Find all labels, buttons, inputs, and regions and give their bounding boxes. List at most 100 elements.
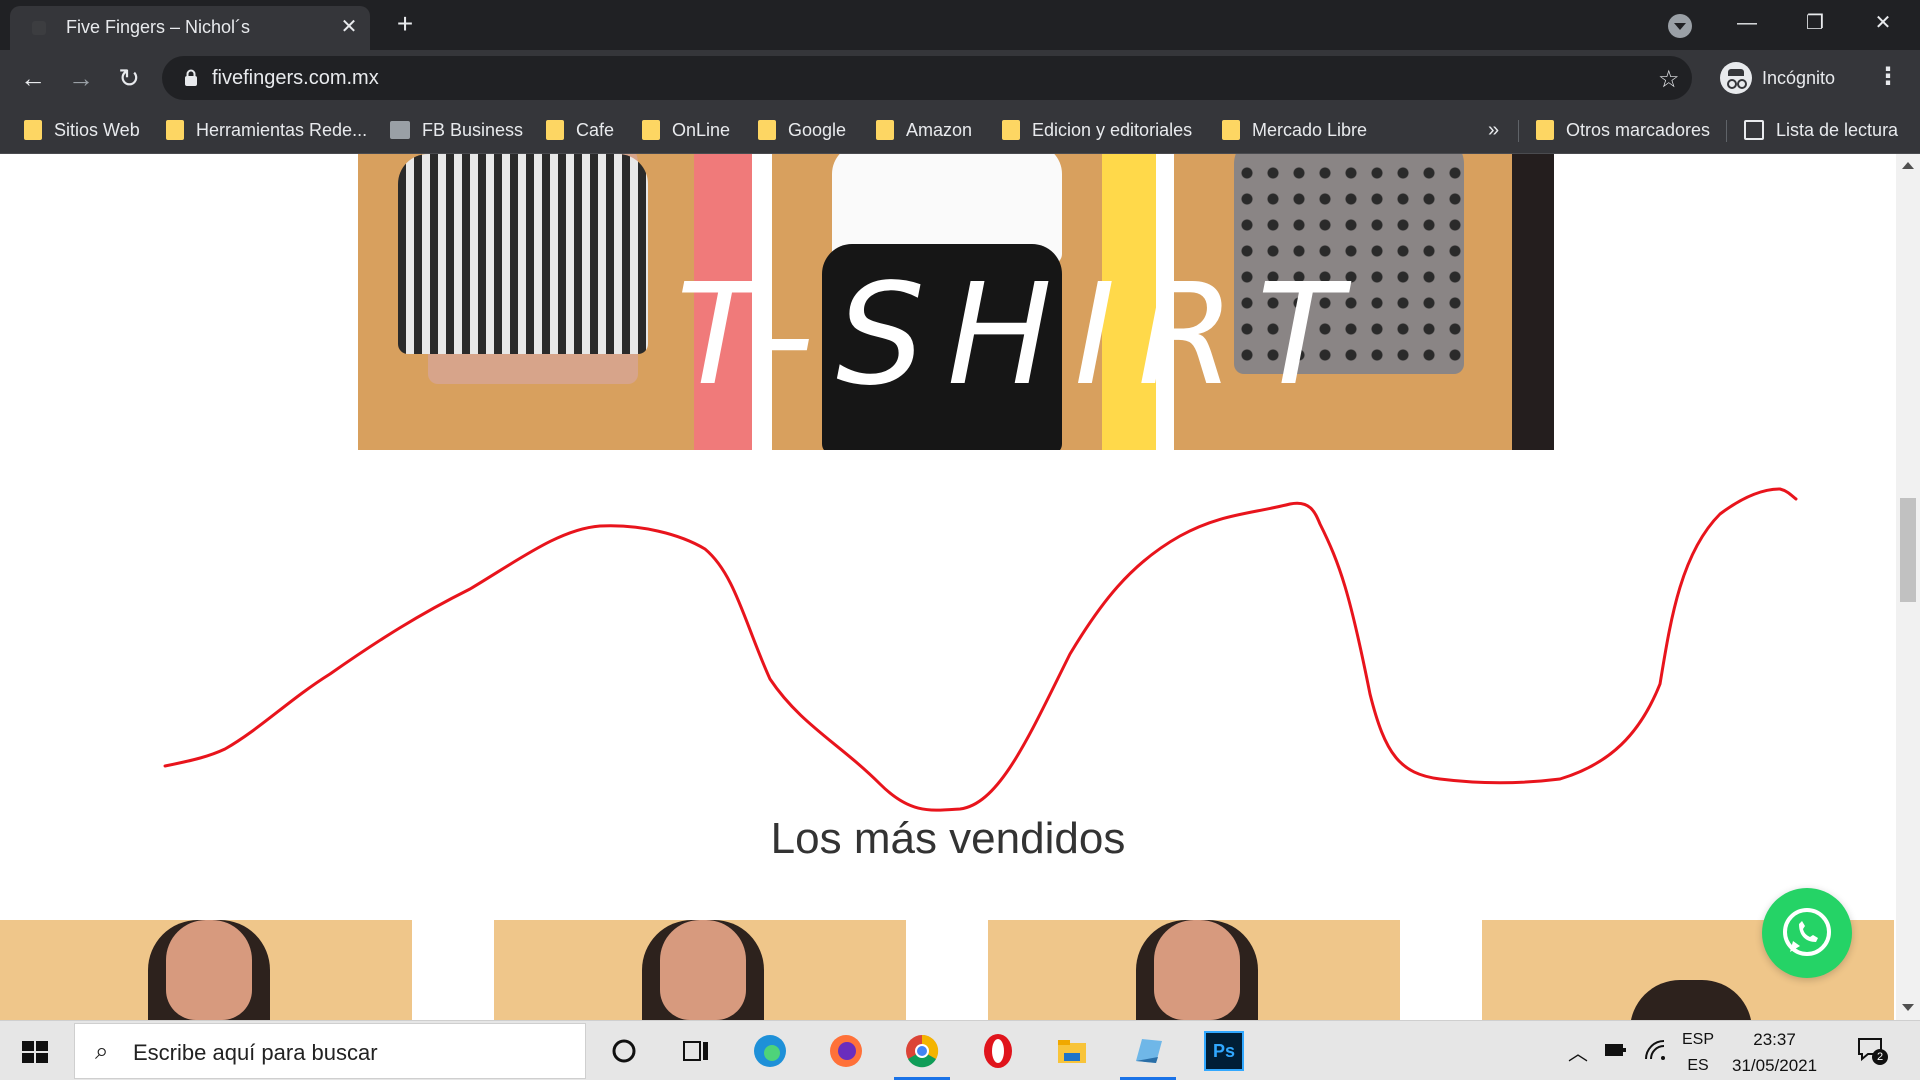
bookmarks-bar: Sitios Web Herramientas Rede... FB Busin… [0,106,1920,154]
scroll-thumb[interactable] [1900,498,1916,602]
lock-icon [185,69,197,86]
chrome-icon[interactable] [902,1031,942,1071]
reload-icon[interactable]: ↻ [114,63,144,93]
scribble-path [163,487,1798,812]
bookmark-label: FB Business [422,119,524,140]
product-card[interactable] [988,920,1400,1020]
notes-icon[interactable] [1128,1031,1168,1071]
folder-icon [24,120,42,140]
reading-list-button[interactable]: Lista de lectura [1744,116,1898,144]
opera-icon[interactable] [978,1031,1018,1071]
incognito-icon [1720,62,1752,94]
product-photo-face [660,920,746,1020]
bookmark-folder[interactable]: Amazon [876,116,972,144]
photoshop-icon[interactable]: Ps [1204,1031,1244,1071]
bookmark-folder[interactable]: Herramientas Rede... [166,116,367,144]
incognito-label: Incógnito [1762,67,1836,88]
cortana-icon[interactable] [604,1031,644,1071]
search-icon: ⌕ [95,1038,109,1065]
bookmark-folder[interactable]: Sitios Web [24,116,140,144]
language-code-bottom: ES [1687,1057,1709,1074]
folder-icon [876,120,894,140]
back-arrow-icon[interactable]: ← [18,63,48,93]
whatsapp-chat-button[interactable] [1762,888,1852,978]
banner-title: T-SHIRT [676,254,1365,417]
bookmark-folder[interactable]: Google [758,116,846,144]
bookmark-link[interactable]: FB Business [390,116,523,144]
bookmark-label: Edicion y editoriales [1032,119,1193,140]
bookmark-label: Herramientas Rede... [196,119,368,140]
favicon-icon [32,21,46,35]
tray-chevron-up-icon[interactable]: ︿ [1568,1037,1588,1066]
language-code-top: ESP [1682,1031,1715,1048]
task-view-icon[interactable] [676,1031,716,1071]
bookmark-label: Lista de lectura [1776,119,1899,140]
product-card[interactable] [494,920,906,1020]
search-placeholder: Escribe aquí para buscar [133,1040,378,1065]
bookmark-label: Google [788,119,847,140]
tab-search-icon[interactable] [1668,14,1692,38]
bookmark-folder[interactable]: Mercado Libre [1222,116,1367,144]
folder-icon [758,120,776,140]
wifi-icon[interactable] [1644,1039,1666,1061]
tab-strip: Five Fingers – Nichol´s ✕ + — ❐ ✕ [0,0,1920,50]
bookmark-label: Mercado Libre [1252,119,1368,140]
forward-arrow-icon[interactable]: → [66,63,96,93]
battery-icon[interactable] [1604,1041,1628,1059]
browser-toolbar: ← → ↻ fivefingers.com.mx ☆ Incógnito ⋮ [0,50,1920,106]
notification-center-icon[interactable]: 2 [1856,1035,1888,1065]
reading-list-icon [1744,120,1764,140]
minimize-button[interactable]: — [1722,8,1772,38]
bookmark-folder[interactable]: Cafe [546,116,614,144]
dark-stripe [1512,154,1554,450]
tshirt-banner[interactable]: T-SHIRT [358,154,1554,450]
bookmark-folder[interactable]: OnLine [642,116,730,144]
product-photo-face [166,920,252,1020]
bookmark-label: Otros marcadores [1566,119,1711,140]
scroll-up-arrow-icon[interactable] [1902,162,1914,169]
bookmark-star-icon[interactable]: ☆ [1658,65,1680,94]
folder-icon [1002,120,1020,140]
scroll-down-arrow-icon[interactable] [1902,1004,1914,1011]
page-scrollbar[interactable] [1896,154,1920,1020]
gingham-shorts [398,154,648,354]
close-window-button[interactable]: ✕ [1858,8,1908,38]
divider [1518,120,1519,142]
bookmark-label: OnLine [672,119,731,140]
url-text: fivefingers.com.mx [212,67,379,89]
product-card[interactable] [0,920,412,1020]
browser-menu-icon[interactable]: ⋮ [1876,62,1900,91]
folder-icon [166,120,184,140]
edge-icon[interactable] [750,1031,790,1071]
incognito-profile-button[interactable]: Incógnito [1720,58,1835,98]
bookmark-label: Amazon [906,119,973,140]
section-title: Los más vendidos [770,814,1126,863]
other-bookmarks-folder[interactable]: Otros marcadores [1536,116,1710,144]
active-tab[interactable]: Five Fingers – Nichol´s ✕ [10,6,370,50]
product-photo-face [1154,920,1240,1020]
new-tab-button[interactable]: + [390,10,420,40]
notification-count-badge: 2 [1872,1049,1888,1065]
tab-title: Five Fingers – Nichol´s [66,17,251,37]
restore-button[interactable]: ❐ [1790,8,1840,38]
clock-time: 23:37 [1753,1030,1796,1049]
address-bar[interactable]: fivefingers.com.mx ☆ [162,56,1692,100]
windows-start-icon[interactable] [22,1041,48,1063]
system-clock[interactable]: 23:37 31/05/2021 [1732,1027,1817,1079]
folder-icon [642,120,660,140]
folder-icon [1536,120,1554,140]
windows-taskbar: ⌕ Escribe aquí para buscar Ps ︿ ESP ES 2… [0,1020,1920,1080]
tab-close-button[interactable]: ✕ [336,14,362,40]
firefox-icon[interactable] [826,1031,866,1071]
whatsapp-icon [1783,908,1831,956]
bookmark-label: Sitios Web [54,119,140,140]
taskbar-search-box[interactable]: ⌕ Escribe aquí para buscar [74,1023,586,1079]
page-icon [390,121,410,139]
divider [1726,120,1727,142]
folder-icon [546,120,564,140]
bookmark-folder[interactable]: Edicion y editoriales [1002,116,1192,144]
file-explorer-icon[interactable] [1052,1031,1092,1071]
folder-icon [1222,120,1240,140]
bookmarks-overflow-button[interactable]: » [1488,119,1499,142]
language-indicator[interactable]: ESP ES [1682,1027,1714,1079]
